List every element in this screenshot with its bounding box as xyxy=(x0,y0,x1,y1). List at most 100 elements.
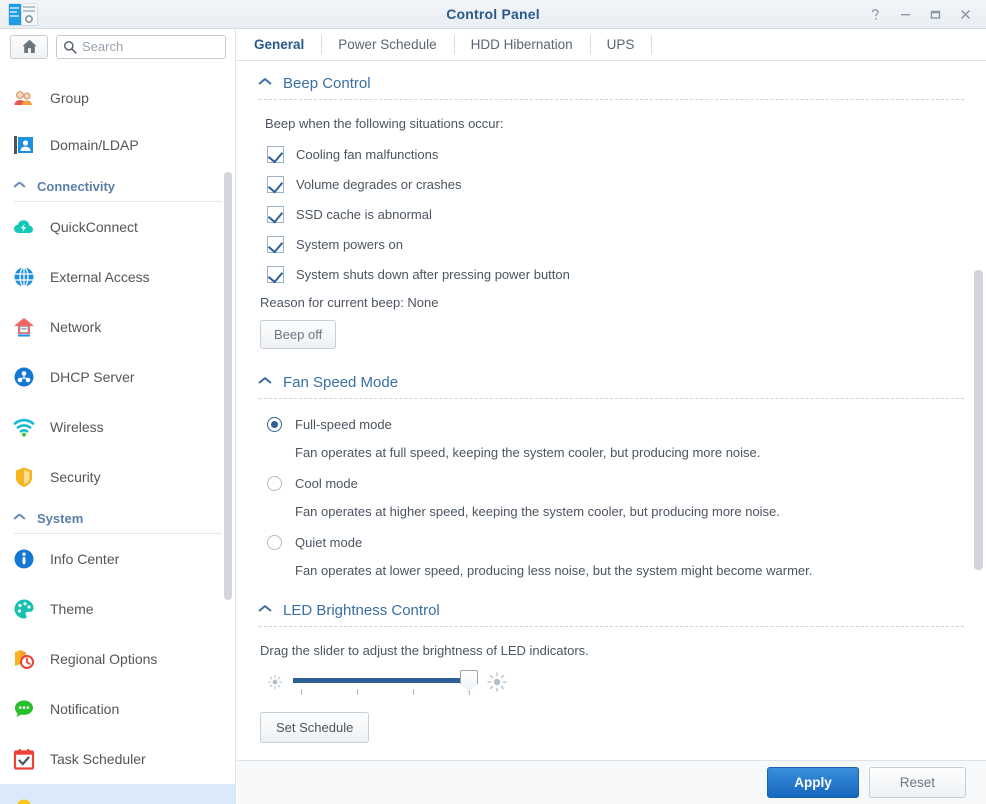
maximize-button[interactable] xyxy=(920,0,950,29)
radio-description: Fan operates at lower speed, producing l… xyxy=(295,563,813,578)
checkbox-box xyxy=(267,205,284,223)
home-button[interactable] xyxy=(10,34,48,59)
tab-hdd-hibernation[interactable]: HDD Hibernation xyxy=(453,29,590,60)
chevron-up-icon xyxy=(259,379,271,386)
chevron-up-icon xyxy=(259,80,271,87)
sidebar-item-label: Network xyxy=(50,319,102,335)
section-header-fan-speed[interactable]: Fan Speed Mode xyxy=(259,349,964,398)
sidebar-item-label: Theme xyxy=(50,601,94,617)
hardware-power-icon xyxy=(17,799,31,804)
sidebar-item-info-center[interactable]: Info Center xyxy=(0,534,235,584)
content-scrollbar-thumb[interactable] xyxy=(974,270,983,570)
tab-ups[interactable]: UPS xyxy=(589,29,652,60)
sidebar-item-group[interactable]: Group xyxy=(0,76,235,120)
section-title: LED Brightness Control xyxy=(283,602,440,619)
reset-button[interactable]: Reset xyxy=(868,767,966,798)
radio-full-speed-mode[interactable]: Full-speed mode xyxy=(267,413,964,435)
apply-button[interactable]: Apply xyxy=(767,767,859,798)
sidebar-item-wireless[interactable]: Wireless xyxy=(0,402,235,452)
slider-track-area[interactable] xyxy=(293,669,478,696)
tab-power-schedule[interactable]: Power Schedule xyxy=(321,29,453,60)
sidebar-item-external-access[interactable]: External Access xyxy=(0,252,235,302)
sidebar-item-network[interactable]: Network xyxy=(0,302,235,352)
checkbox-label: Cooling fan malfunctions xyxy=(296,146,439,162)
beep-off-button[interactable]: Beep off xyxy=(260,320,337,349)
beep-reason-text: Reason for current beep: None xyxy=(260,295,439,310)
search-placeholder: Search xyxy=(82,39,124,54)
security-icon xyxy=(16,467,32,487)
checkbox-volume-degrades[interactable]: Volume degrades or crashes xyxy=(267,173,964,195)
tab-general[interactable]: General xyxy=(237,29,321,60)
sidebar-scroll-region[interactable]: Group Domain/LDAP Connectivity QuickConn… xyxy=(0,62,235,804)
sun-bright-icon xyxy=(487,672,507,692)
sun-dim-icon xyxy=(267,674,283,690)
domain-ldap-icon xyxy=(12,133,36,157)
checkbox-label: SSD cache is abnormal xyxy=(296,206,432,222)
external-access-icon xyxy=(12,265,36,289)
sidebar-item-notification[interactable]: Notification xyxy=(0,684,235,734)
network-icon xyxy=(12,315,36,339)
section-title: Fan Speed Mode xyxy=(283,374,399,391)
checkbox-box xyxy=(267,265,284,283)
sidebar-item-label: Regional Options xyxy=(50,651,158,667)
radio-cool-mode[interactable]: Cool mode xyxy=(267,472,964,494)
sidebar-item-label: Task Scheduler xyxy=(50,751,146,767)
content-area: General Power Schedule HDD Hibernation U… xyxy=(237,29,986,804)
sidebar-group-label: Connectivity xyxy=(37,178,116,194)
sidebar-item-label: Notification xyxy=(50,701,120,717)
info-center-icon xyxy=(14,549,34,569)
radio-button xyxy=(267,475,282,491)
sidebar-item-label: Security xyxy=(50,469,101,485)
sidebar-scrollbar-thumb[interactable] xyxy=(224,172,232,600)
set-schedule-button[interactable]: Set Schedule xyxy=(260,712,370,743)
minimize-button[interactable] xyxy=(890,0,920,29)
section-header-beep-control[interactable]: Beep Control xyxy=(259,61,964,99)
sidebar-item-security[interactable]: Security xyxy=(0,452,235,502)
task-scheduler-icon xyxy=(13,749,35,770)
sidebar-item-regional-options[interactable]: Regional Options xyxy=(0,634,235,684)
sidebar-group-system[interactable]: System xyxy=(0,502,235,534)
section-divider xyxy=(259,99,964,100)
checkbox-label: System powers on xyxy=(296,236,403,252)
sidebar-item-label: Wireless xyxy=(50,419,104,435)
sidebar-item-task-scheduler[interactable]: Task Scheduler xyxy=(0,734,235,784)
wireless-icon xyxy=(13,418,35,437)
radio-button xyxy=(267,416,282,432)
checkbox-ssd-cache[interactable]: SSD cache is abnormal xyxy=(267,203,964,225)
sidebar-item-hardware-power[interactable]: Hardware & Power xyxy=(0,784,235,804)
sidebar-item-domain-ldap[interactable]: Domain/LDAP xyxy=(0,120,235,170)
checkbox-label: Volume degrades or crashes xyxy=(296,176,462,192)
checkbox-system-powers-on[interactable]: System powers on xyxy=(267,233,964,255)
section-title: Beep Control xyxy=(283,75,371,92)
sidebar-item-theme[interactable]: Theme xyxy=(0,584,235,634)
tab-label: UPS xyxy=(606,37,635,52)
radio-quiet-mode[interactable]: Quiet mode xyxy=(267,531,964,553)
sidebar-toolbar: Search xyxy=(0,29,235,64)
settings-panel: Beep Control Beep when the following sit… xyxy=(237,61,986,771)
sidebar: Group Domain/LDAP Connectivity QuickConn… xyxy=(0,29,236,804)
window-titlebar: Control Panel xyxy=(0,0,986,29)
radio-label: Quiet mode xyxy=(295,534,363,550)
window-title: Control Panel xyxy=(446,6,540,22)
checkbox-system-shuts-down[interactable]: System shuts down after pressing power b… xyxy=(267,263,964,285)
chevron-up-icon xyxy=(14,183,25,190)
slider-ticks xyxy=(293,689,477,696)
sidebar-item-label: Info Center xyxy=(50,551,120,567)
section-header-led-brightness[interactable]: LED Brightness Control xyxy=(259,578,964,626)
sidebar-item-label: QuickConnect xyxy=(50,219,138,235)
beep-intro-text: Beep when the following situations occur… xyxy=(265,116,504,131)
close-button[interactable] xyxy=(950,0,980,29)
help-button[interactable] xyxy=(860,0,890,29)
sidebar-item-dhcp-server[interactable]: DHCP Server xyxy=(0,352,235,402)
sidebar-item-label: DHCP Server xyxy=(50,369,135,385)
led-brightness-slider[interactable] xyxy=(267,664,964,700)
checkbox-cooling-fan[interactable]: Cooling fan malfunctions xyxy=(267,143,964,165)
radio-description: Fan operates at higher speed, keeping th… xyxy=(295,504,780,519)
tab-separator xyxy=(651,35,653,54)
sidebar-item-quickconnect[interactable]: QuickConnect xyxy=(0,202,235,252)
search-input[interactable]: Search xyxy=(56,34,226,59)
window-controls xyxy=(860,0,980,29)
sidebar-group-connectivity[interactable]: Connectivity xyxy=(0,170,235,202)
quickconnect-icon xyxy=(12,215,36,239)
group-icon xyxy=(12,86,36,110)
